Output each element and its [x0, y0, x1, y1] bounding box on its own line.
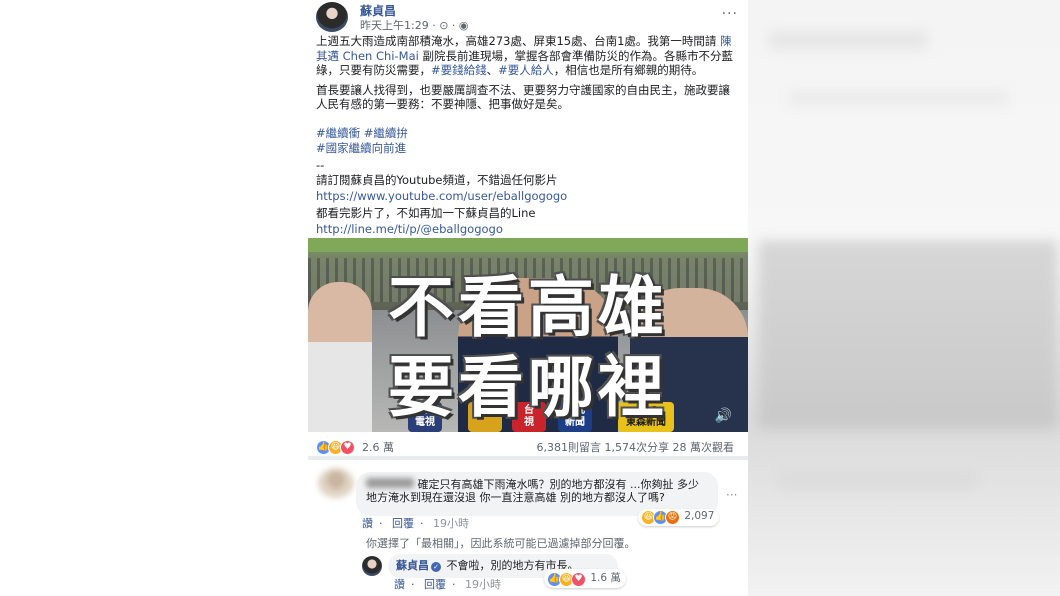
comment-options-icon[interactable]: ···	[726, 488, 737, 502]
like-action[interactable]: 讚	[394, 578, 405, 591]
share-count[interactable]: 1,574次分享	[605, 441, 670, 454]
reply-author-name[interactable]: 蘇貞昌	[396, 559, 429, 572]
hashtag-link[interactable]: #要人給人	[498, 63, 554, 77]
comment-text: 確定只有高雄下雨淹水嗎？別的地方都沒有 ...你夠扯 多少地方淹水到現在還沒退 …	[366, 478, 699, 504]
love-icon: ♥	[340, 440, 355, 455]
youtube-link[interactable]: https://www.youtube.com/user/eballgogogo	[316, 189, 740, 204]
volume-icon[interactable]: 🔊	[715, 408, 732, 424]
post-header: 蘇貞昌 昨天上午1:29 · ⊙ · ◉ ···	[316, 2, 740, 32]
right-blurred-area	[748, 0, 1060, 596]
post-stats: 👍 😆 ♥ 2.6 萬 6,381則留言 1,574次分享 28 萬次觀看	[316, 438, 740, 455]
hashtags: #繼續衝 #繼續拚 #國家繼續向前進	[316, 126, 408, 156]
hashtag-line[interactable]: #國家繼續向前進	[316, 141, 408, 156]
video-caption-line2: 要看哪裡	[388, 349, 668, 426]
hashtag-link[interactable]: #要錢給錢	[431, 63, 487, 77]
post-paragraph-2: 首長要讓人找得到，也要嚴厲調查不法、更要努力守護國家的自由民主，施政要讓人民有感…	[316, 82, 730, 112]
blurred-element	[758, 240, 1058, 430]
reply-author-avatar[interactable]	[362, 556, 382, 576]
reply-action[interactable]: 回覆	[424, 578, 446, 591]
reply-action[interactable]: 回覆	[392, 517, 414, 530]
blurred-element	[778, 470, 978, 490]
left-margin	[0, 0, 308, 596]
timestamp-text[interactable]: 昨天上午1:29	[360, 19, 429, 32]
signature-line: 請訂閱蘇貞昌的Youtube頻道，不錯過任何影片	[316, 173, 558, 188]
paragraph-text: 上週五大雨造成南部積淹水，高雄273處、屏東15處、台南1處。我第一時間請	[316, 34, 721, 48]
filter-notice: 你選擇了「最相關」，因此系統可能已過濾掉部分回覆。	[366, 537, 636, 550]
paragraph-text: 、	[486, 63, 499, 78]
paragraph-text: ，相信也是所有鄉親的期待。	[553, 63, 704, 78]
love-icon: ♥	[571, 572, 586, 587]
facebook-post: 蘇貞昌 昨天上午1:29 · ⊙ · ◉ ··· 上週五大雨造成南部積淹水，高雄…	[308, 0, 748, 596]
blurred-element	[768, 30, 928, 50]
verified-badge-icon: ✓	[431, 562, 441, 572]
post-signature: -- 請訂閱蘇貞昌的Youtube頻道，不錯過任何影片 https://www.…	[316, 158, 740, 237]
comment-time[interactable]: 19小時	[433, 517, 469, 530]
hashtag-line[interactable]: #繼續衝 #繼續拚	[316, 126, 408, 141]
comment-reaction-count: 2,097	[684, 510, 715, 522]
video-player[interactable]: 八大 電視 中天 台 視 非凡 新聞 CBC 東森新聞 不看高雄 要看哪裡 🔊	[308, 238, 748, 432]
view-count: 28 萬次觀看	[672, 441, 735, 454]
reply-actions: 讚 · 回覆 · 19小時	[394, 578, 501, 591]
commenter-avatar[interactable]	[318, 468, 354, 498]
reply: 蘇貞昌 ✓ 不會啦，別的地方有市長。 👍 😆 ♥ 1.6 萬 讚 · 回覆 · 19小時	[358, 552, 748, 592]
comment: 確定只有高雄下雨淹水嗎？別的地方都沒有 ...你夠扯 多少地方淹水到現在還沒退 …	[308, 464, 748, 530]
comment-count[interactable]: 6,381則留言	[537, 441, 602, 454]
video-foliage	[308, 238, 748, 252]
reaction-count[interactable]: 2.6 萬	[362, 439, 394, 455]
angry-icon: 😡	[665, 510, 680, 525]
signature-line: 都看完影片了，不如再加一下蘇貞昌的Line	[316, 206, 536, 221]
reply-time[interactable]: 19小時	[465, 578, 501, 591]
blurred-element	[788, 90, 1008, 106]
commenter-name[interactable]	[366, 478, 414, 488]
post-body: 上週五大雨造成南部積淹水，高雄273處、屏東15處、台南1處。我第一時間請 陳其…	[316, 34, 740, 117]
privacy-icon: · ⊙ · ◉	[432, 19, 469, 32]
post-paragraph-1: 上週五大雨造成南部積淹水，高雄273處、屏東15處、台南1處。我第一時間請 陳其…	[316, 34, 740, 78]
like-action[interactable]: 讚	[362, 517, 373, 530]
more-options-icon[interactable]: ···	[722, 6, 738, 22]
reply-reaction-count: 1.6 萬	[590, 572, 621, 584]
reaction-icons[interactable]: 👍 😆 ♥	[316, 439, 355, 455]
reply-reactions[interactable]: 👍 😆 ♥ 1.6 萬	[544, 569, 626, 588]
author-avatar[interactable]	[316, 2, 348, 32]
section-divider	[308, 456, 748, 460]
comment-actions: 讚 · 回覆 · 19小時	[362, 517, 469, 530]
comment-reactions[interactable]: 😆 👍 😡 2,097	[638, 509, 720, 526]
post-timestamp[interactable]: 昨天上午1:29 · ⊙ · ◉	[360, 17, 469, 33]
engagement-counts: 6,381則留言 1,574次分享 28 萬次觀看	[537, 439, 735, 455]
line-link[interactable]: http://line.me/ti/p/@eballgogogo	[316, 222, 740, 237]
signature-dash: --	[316, 158, 325, 172]
